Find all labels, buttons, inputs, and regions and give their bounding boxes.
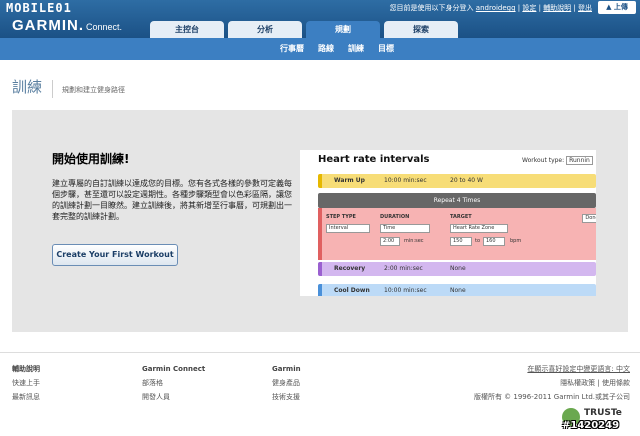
preview-title: Heart rate intervals <box>318 154 430 165</box>
user-bar: 您目前是使用以下身分登入 androidegg | 設定 | 輔助說明 | 登出 <box>389 4 592 12</box>
recovery-duration: 2:00 min:sec <box>384 265 423 272</box>
done-button: Done <box>582 214 596 223</box>
duration-select: Time <box>380 224 430 233</box>
truste-label: TRUSTe <box>584 408 622 418</box>
subnav-goals[interactable]: 目標 <box>378 38 394 60</box>
interval-step-editor: STEP TYPE DURATION TARGET Done Interval … <box>318 208 596 260</box>
footer-connect-column: Garmin Connect 部落格 開發人員 <box>142 362 205 404</box>
preview-workout-type: Workout type: Runnin <box>522 156 593 165</box>
tab-dashboard[interactable]: 主控台 <box>150 21 224 38</box>
cooldown-step: Cool Down 10:00 min:sec None <box>318 284 596 296</box>
footer-link-getting-started[interactable]: 快速上手 <box>12 376 40 390</box>
footer-link-support[interactable]: 技術支援 <box>272 390 301 404</box>
cooldown-target: None <box>450 287 466 294</box>
warmup-target: 20 to 40 W <box>450 177 483 184</box>
footer-garmin-heading: Garmin <box>272 365 301 373</box>
upload-label: 上傳 <box>613 3 628 11</box>
page-subtitle: 規劃和建立健身路徑 <box>62 86 125 94</box>
tab-explore[interactable]: 探索 <box>384 21 458 38</box>
settings-link[interactable]: 設定 <box>522 4 536 12</box>
target-unit: bpm <box>510 238 522 244</box>
duration-unit: min:sec <box>404 238 424 244</box>
copyright-text: 版權所有 © 1996-2011 Garmin Ltd.或其子公司 <box>473 393 630 401</box>
duration-input: 2:00 <box>380 237 400 246</box>
duration-label: DURATION <box>380 214 410 220</box>
warmup-duration: 10:00 min:sec <box>384 177 427 184</box>
footer-link-blog[interactable]: 部落格 <box>142 376 205 390</box>
footer-help-column: 輔助說明 快速上手 最新訊息 <box>12 362 40 404</box>
create-workout-button[interactable]: Create Your First Workout <box>52 244 178 266</box>
brand-sub: Connect. <box>86 22 123 32</box>
cooldown-label: Cool Down <box>334 287 370 294</box>
header: MOBILE01 GARMIN. Connect. 您目前是使用以下身分登入 an… <box>0 0 640 38</box>
footer-right: 在顯示喜好設定中變更語言: 中文 隱私權政策 | 使用條款 版權所有 © 199… <box>474 362 630 404</box>
subnav-workouts[interactable]: 訓練 <box>348 38 364 60</box>
target-to-word: to <box>475 238 481 244</box>
brand-name: GARMIN. <box>12 17 84 34</box>
workout-type-select: Runnin <box>566 156 593 165</box>
workout-preview-image: Heart rate intervals Workout type: Runni… <box>300 150 596 296</box>
subnav-calendar[interactable]: 行事曆 <box>280 38 304 60</box>
language-preference-link[interactable]: 在顯示喜好設定中變更語言: 中文 <box>474 362 630 376</box>
watermark-logo: MOBILE01 <box>6 1 72 15</box>
target-from-input: 150 <box>450 237 472 246</box>
truste-seal[interactable]: TRUSTe #1420249 <box>562 408 628 432</box>
warmup-label: Warm Up <box>334 177 365 184</box>
login-prefix: 您目前是使用以下身分登入 <box>389 4 474 12</box>
privacy-terms-links[interactable]: 隱私權政策 | 使用條款 <box>474 376 630 390</box>
footer-divider <box>0 352 640 353</box>
target-to-input: 160 <box>483 237 505 246</box>
step-type-select: Interval <box>326 224 370 233</box>
title-divider <box>52 80 53 98</box>
tab-plan[interactable]: 規劃 <box>306 21 380 38</box>
watermark-id: #1420249 <box>562 420 620 431</box>
tab-analysis[interactable]: 分析 <box>228 21 302 38</box>
repeat-header: Repeat 4 Times <box>318 193 596 208</box>
upload-button[interactable]: ▲ 上傳 <box>598 1 636 14</box>
recovery-target: None <box>450 265 466 272</box>
page-title: 訓練 <box>12 78 43 96</box>
footer-link-developers[interactable]: 開發人員 <box>142 390 205 404</box>
footer-connect-heading: Garmin Connect <box>142 365 206 373</box>
sub-nav: 行事曆 路線 訓練 目標 <box>0 38 640 60</box>
footer-link-news[interactable]: 最新訊息 <box>12 390 40 404</box>
warmup-step: Warm Up 10:00 min:sec 20 to 40 W <box>318 174 596 188</box>
logout-link[interactable]: 登出 <box>578 4 592 12</box>
panel-description: 建立專屬的自訂訓練以達成您的目標。您有各式各樣的參數可定義每個步驟，甚至還可以設… <box>52 179 292 221</box>
recovery-label: Recovery <box>334 265 366 272</box>
target-select: Heart Rate Zone <box>450 224 508 233</box>
step-type-label: STEP TYPE <box>326 214 356 220</box>
help-link[interactable]: 輔助說明 <box>543 4 571 12</box>
main-tabs: 主控台 分析 規劃 探索 <box>150 21 462 38</box>
garmin-connect-logo[interactable]: GARMIN. Connect. <box>12 17 122 34</box>
target-label: TARGET <box>450 214 472 220</box>
get-started-panel: 開始使用訓練! 建立專屬的自訂訓練以達成您的目標。您有各式各樣的參數可定義每個步… <box>12 110 628 332</box>
footer-help-heading: 輔助說明 <box>12 365 40 373</box>
footer-link-fitness-products[interactable]: 健身產品 <box>272 376 301 390</box>
panel-heading: 開始使用訓練! <box>52 152 130 166</box>
footer-garmin-column: Garmin 健身產品 技術支援 <box>272 362 301 404</box>
subnav-courses[interactable]: 路線 <box>318 38 334 60</box>
workout-type-label: Workout type: <box>522 157 565 164</box>
recovery-step: Recovery 2:00 min:sec None <box>318 262 596 276</box>
cooldown-duration: 10:00 min:sec <box>384 287 427 294</box>
username-link[interactable]: androidegg <box>476 4 516 12</box>
